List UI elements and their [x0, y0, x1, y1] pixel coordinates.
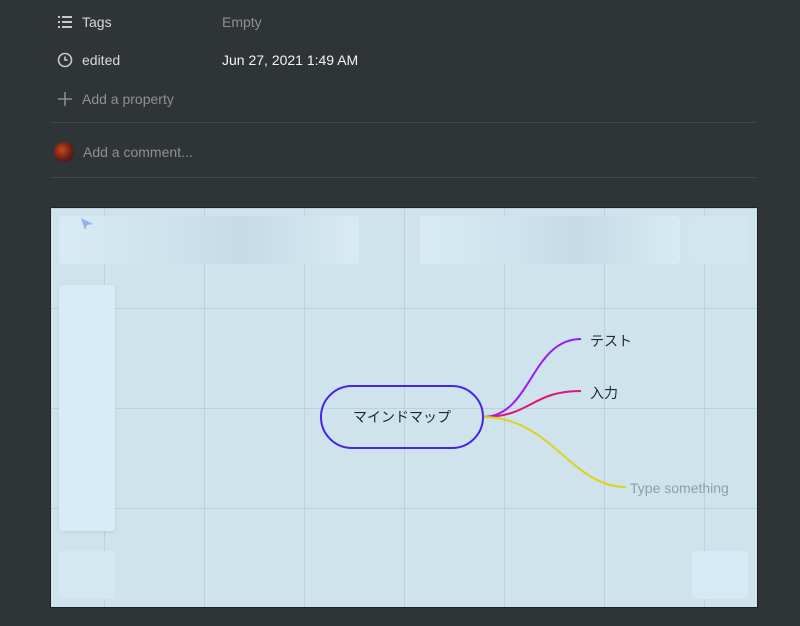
comment-placeholder: Add a comment... [83, 144, 193, 160]
mindmap-embed[interactable]: マインドマップ テスト 入力 Type something [50, 207, 758, 608]
branch-connector-type [482, 416, 627, 488]
property-row-tags[interactable]: Tags Empty [56, 8, 262, 36]
comment-input[interactable]: Add a comment... [54, 140, 193, 164]
avatar [54, 142, 74, 162]
branch-node-test[interactable]: テスト [590, 331, 632, 351]
branch-node-placeholder[interactable]: Type something [630, 480, 729, 496]
list-icon [56, 13, 74, 31]
property-name: Tags [82, 14, 112, 30]
branch-node-input[interactable]: 入力 [590, 383, 618, 403]
branch-connector-test [482, 338, 582, 418]
property-value[interactable]: Empty [222, 14, 262, 30]
property-row-edited[interactable]: edited Jun 27, 2021 1:49 AM [56, 46, 358, 74]
plus-icon [56, 90, 74, 108]
add-property-button[interactable]: Add a property [56, 85, 174, 113]
divider [50, 122, 756, 123]
clock-icon [56, 51, 74, 69]
property-value: Jun 27, 2021 1:49 AM [222, 52, 359, 68]
center-node[interactable]: マインドマップ [321, 386, 483, 448]
divider [50, 177, 756, 178]
property-name: edited [82, 52, 121, 68]
add-property-label: Add a property [82, 91, 174, 107]
